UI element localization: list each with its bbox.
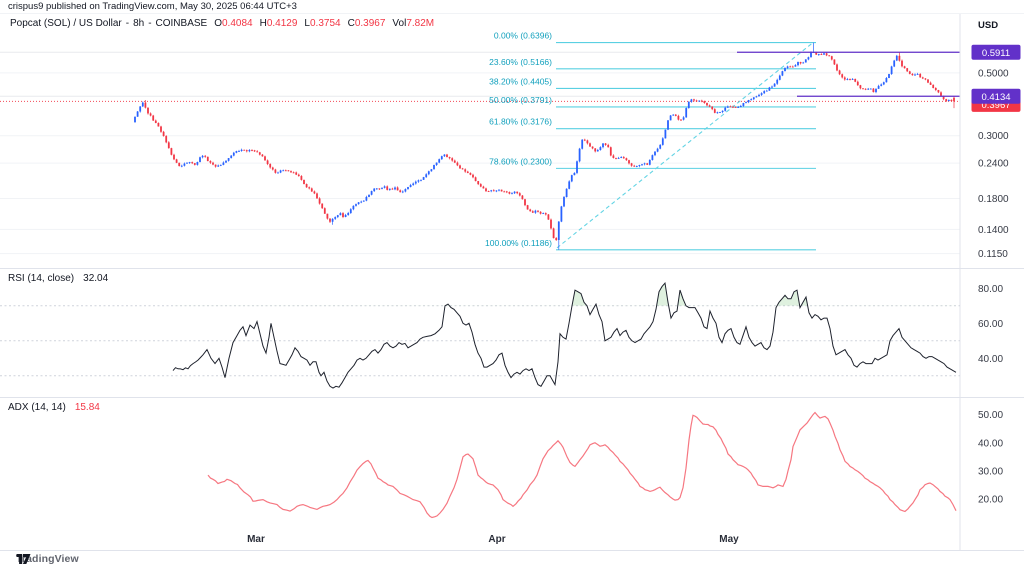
trendline[interactable] [556,42,814,249]
fib-label: 78.60% (0.2300) [489,156,552,166]
rsi-pane[interactable]: 80.00 60.00 40.00 [0,281,1003,389]
adx-pane[interactable]: 50.00 40.00 30.00 20.00 [207,410,1003,519]
svg-text:0.2400: 0.2400 [978,159,1009,170]
month-label: May [719,534,739,545]
ohlc-high: H0.4129 [259,18,298,29]
tradingview-published-chart: { "header": { "published": "crispus9 pub… [0,0,1024,570]
rsi-value: 32.04 [83,273,109,284]
publish-text: crispus9 published on TradingView.com, M… [8,1,297,12]
fib-label: 38.20% (0.4405) [489,76,552,86]
symbol-legend: Popcat (SOL) / US Dollar -8h - COINBASE O0.4… [10,18,434,29]
interval-label[interactable]: 8h [133,18,144,29]
exchange-label: COINBASE [155,18,208,29]
svg-text:40.00: 40.00 [978,354,1003,365]
fib-label: 50.00% (0.3791) [489,95,552,105]
svg-text:0.5911: 0.5911 [982,48,1010,59]
month-label: Apr [488,534,505,545]
tradingview-logo-icon [16,554,31,564]
symbol-title[interactable]: Popcat (SOL) / US Dollar [10,18,122,29]
ohlc-close: C0.3967 [347,18,386,29]
svg-text:50.00: 50.00 [978,410,1003,421]
svg-text:0.1400: 0.1400 [978,225,1009,236]
publish-info: crispus9 published on TradingView.com, M… [0,0,1024,14]
ohlc-low: L0.3754 [304,18,341,29]
svg-text:0.1150: 0.1150 [978,249,1008,260]
candles[interactable] [134,42,955,250]
fib-label: 23.60% (0.5166) [489,57,552,67]
adx-value: 15.84 [74,402,100,413]
svg-text:0.5000: 0.5000 [978,68,1009,79]
svg-text:80.00: 80.00 [978,284,1003,295]
ohlc-open: O0.4084 [214,18,253,29]
svg-text:20.00: 20.00 [978,495,1003,506]
fib-label: 61.80% (0.3176) [489,117,552,127]
svg-text:40.00: 40.00 [978,438,1003,449]
svg-text:30.00: 30.00 [978,466,1003,477]
chart-canvas[interactable]: 0.00% (0.6396) 23.60% (0.5166) 38.20% (0.4… [0,0,1024,570]
adx-line [207,411,957,519]
currency-label[interactable]: USD [978,20,998,31]
svg-text:0.4134: 0.4134 [981,92,1010,103]
footer-brand[interactable]: TradingView [16,553,79,565]
svg-text:0.1800: 0.1800 [978,194,1009,205]
fib-retracement[interactable]: 0.00% (0.6396) 23.60% (0.5166) 38.20% (0.4… [485,31,816,251]
fib-label: 100.00% (0.1186) [485,238,552,248]
horizontal-rays[interactable] [737,51,960,97]
legend-separator-2: - [148,18,152,29]
fib-label: 0.00% (0.6396) [494,31,552,41]
svg-text:60.00: 60.00 [978,319,1003,330]
time-axis[interactable]: Mar Apr May [247,534,739,545]
svg-text:0.3000: 0.3000 [978,131,1009,142]
month-label: Mar [247,534,265,545]
legend-separator: - [125,18,130,29]
volume-field: Vol7.82M [392,18,435,29]
main-grid [0,51,960,255]
rsi-title-text[interactable]: RSI (14, close) [8,273,74,284]
rsi-line [172,281,957,389]
adx-title-text[interactable]: ADX (14, 14) [8,402,66,413]
adx-pane-title[interactable]: ADX (14, 14) 15.84 [8,402,100,413]
rsi-pane-title[interactable]: RSI (14, close) 32.04 [8,273,108,284]
